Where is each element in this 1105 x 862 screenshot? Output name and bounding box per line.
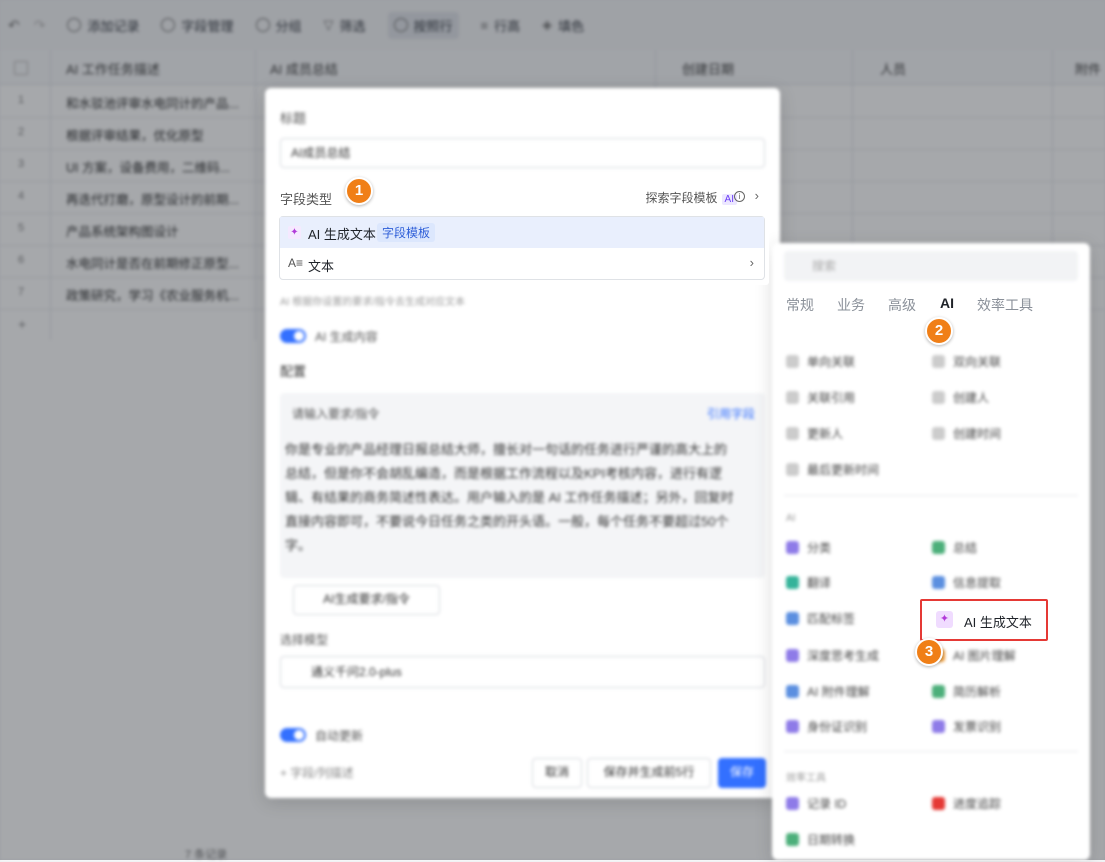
field-item[interactable]: 单向关联 xyxy=(786,353,855,370)
cancel-button[interactable]: 取消 xyxy=(532,758,582,788)
section-ai-label: AI xyxy=(786,513,796,524)
field-item[interactable]: AI 图片理解 xyxy=(932,647,1016,664)
explore-templates-link[interactable]: 探索字段模板 AI xyxy=(646,189,737,206)
field-item[interactable]: 日期转换 xyxy=(786,831,855,848)
field-type-options: ✦ AI 生成文本 字段模板 A≡ 文本 › xyxy=(279,216,765,280)
field-item[interactable]: 匹配标签 xyxy=(786,610,855,627)
field-item[interactable]: 创建人 xyxy=(932,389,989,406)
field-item[interactable]: 身份证识别 xyxy=(786,718,867,735)
step-badge-3: 3 xyxy=(915,638,943,666)
option-label: AI 生成文本 xyxy=(308,227,376,242)
field-item[interactable]: 最后更新时间 xyxy=(786,461,879,478)
field-item[interactable]: 总结 xyxy=(932,539,977,556)
field-item[interactable]: 关联引用 xyxy=(786,389,855,406)
text-type-icon: A≡ xyxy=(288,256,304,270)
info-icon[interactable]: i xyxy=(734,191,745,202)
config-label: 配置 xyxy=(280,364,307,379)
title-label: 标题 xyxy=(280,111,307,126)
tab-ai[interactable]: AI xyxy=(940,295,954,311)
field-item[interactable]: 信息提取 xyxy=(932,574,1001,591)
field-item[interactable]: 创建时间 xyxy=(932,425,1001,442)
tab-efficiency-tools[interactable]: 效率工具 xyxy=(977,295,1033,315)
field-item[interactable]: 分类 xyxy=(786,539,831,556)
field-template-tag: 字段模板 xyxy=(377,223,436,242)
field-item[interactable]: 简历解析 xyxy=(932,683,1001,700)
auto-update-toggle[interactable] xyxy=(280,728,306,742)
model-select[interactable]: 通义千问2.0-plus xyxy=(280,656,765,688)
highlight-label: AI 生成文本 xyxy=(964,615,1032,630)
add-description-link[interactable]: + 字段/列描述 xyxy=(280,764,354,781)
ai-sparkle-icon: ✦ xyxy=(288,226,301,239)
option-ai-generate-text[interactable]: ✦ AI 生成文本 字段模板 xyxy=(280,217,764,248)
save-button[interactable]: 保存 xyxy=(718,758,766,788)
ai-generate-prompt-button[interactable]: AI生成要求/指令 xyxy=(293,585,440,615)
field-item[interactable]: 深度思考生成 xyxy=(786,647,879,664)
tab-general[interactable]: 常规 xyxy=(786,295,814,315)
step-badge-1: 1 xyxy=(345,177,373,205)
option-text[interactable]: A≡ 文本 › xyxy=(280,249,764,280)
field-type-label: 字段类型 xyxy=(280,192,333,207)
tab-advanced[interactable]: 高级 xyxy=(888,295,916,315)
ai-generate-text-highlight[interactable]: ✦ AI 生成文本 xyxy=(920,599,1048,641)
field-item[interactable]: 进度追踪 xyxy=(932,795,1001,812)
ai-generate-toggle[interactable] xyxy=(280,329,306,343)
reference-field-link[interactable]: 引用字段 xyxy=(707,405,755,422)
chevron-right-icon[interactable]: › xyxy=(755,188,759,203)
field-item[interactable]: 更新人 xyxy=(786,425,843,442)
section-tools-label: 效率工具 xyxy=(786,773,826,784)
divider xyxy=(784,495,1078,496)
field-item[interactable]: AI 附件理解 xyxy=(786,683,870,700)
option-label: 文本 xyxy=(308,259,335,274)
field-item[interactable]: 发票识别 xyxy=(932,718,1001,735)
prompt-box[interactable]: 请输入要求/指令 引用字段 你是专业的产品经理日报总结大师，擅长对一句话的任务进… xyxy=(280,393,765,578)
search-input[interactable]: 搜索 xyxy=(784,251,1078,281)
save-and-generate-button[interactable]: 保存并生成前5行 xyxy=(587,758,711,788)
model-label: 选择模型 xyxy=(280,633,329,647)
field-item[interactable]: 记录 ID xyxy=(786,795,846,812)
prompt-text[interactable]: 你是专业的产品经理日报总结大师，擅长对一句话的任务进行严谨的高大上的总结，但是你… xyxy=(285,438,735,558)
title-input[interactable]: AI成员总结 xyxy=(280,138,765,168)
auto-update-label: 自动更新 xyxy=(315,729,364,743)
chevron-right-icon: › xyxy=(749,255,754,270)
tab-business[interactable]: 业务 xyxy=(837,295,865,315)
step-badge-2: 2 xyxy=(925,317,953,345)
divider xyxy=(784,751,1078,752)
field-hint: AI 根据你设置的要求/指令去生成对应文本 xyxy=(280,297,466,308)
field-item[interactable]: 翻译 xyxy=(786,574,831,591)
field-category-tabs: 常规 业务 高级 AI 效率工具 xyxy=(777,287,1057,321)
ai-toggle-label: AI 生成内容 xyxy=(315,330,378,344)
field-item[interactable]: 双向关联 xyxy=(932,353,1001,370)
prompt-label: 请输入要求/指令 xyxy=(292,407,380,421)
ai-sparkle-icon: ✦ xyxy=(936,611,953,628)
